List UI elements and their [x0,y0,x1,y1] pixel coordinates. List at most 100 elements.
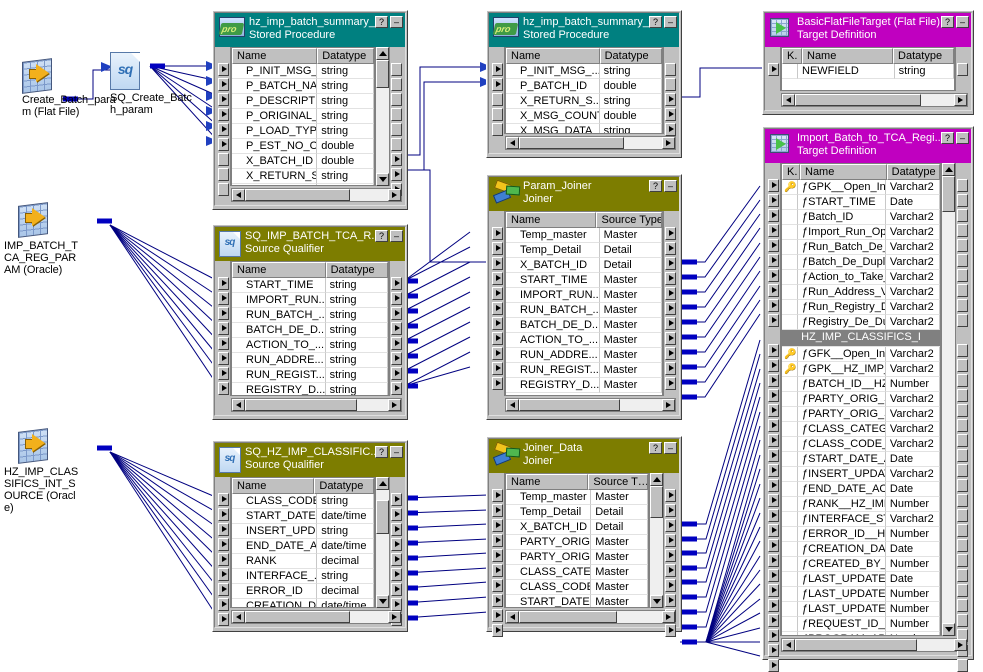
port-name-cell[interactable]: ƒCREATION_DAT... [798,542,886,557]
table-row[interactable]: X_RETURN_S...string [232,169,374,184]
table-row[interactable]: P_LOAD_TYPE string [232,124,374,139]
table-row[interactable]: X_RETURN_S...string [506,94,662,109]
input-port-button[interactable] [492,624,503,637]
input-port-button[interactable] [492,257,503,270]
port-name-cell[interactable]: CLASS_CODE [232,494,318,509]
column-header-datatype[interactable]: Datatype [893,48,954,64]
table-row[interactable]: ƒREQUEST_ID__...Number [782,617,940,632]
titlebar[interactable]: pro hz_imp_batch_summary_... Stored Proc… [215,13,405,47]
port-name-cell[interactable]: ƒINTERFACE_STA... [798,512,886,527]
port-name-cell[interactable]: CREATION_D... [232,599,318,607]
output-port-button[interactable] [957,359,968,372]
minimize-button[interactable]: – [956,132,969,144]
output-port-button[interactable] [957,179,968,192]
input-port-button[interactable] [768,63,779,76]
output-port-button[interactable] [957,509,968,522]
input-port-button[interactable] [768,644,779,657]
input-port-button[interactable] [218,183,229,196]
window-stored-procedure-1[interactable]: pro hz_imp_batch_summary_... Stored Proc… [212,10,408,210]
output-port-button[interactable] [665,93,676,106]
input-port-button[interactable] [768,224,779,237]
port-datatype-cell[interactable]: string [599,64,662,79]
port-name-cell[interactable]: P_INIT_MSG_... [232,64,318,79]
table-row[interactable]: IMPORT_RUN... Master [506,288,662,303]
scroll-thumb[interactable] [942,176,955,212]
port-name-cell[interactable]: START_DATE... [232,509,318,524]
output-port-button[interactable] [957,449,968,462]
input-port-button[interactable] [768,179,779,192]
output-port-button[interactable] [957,434,968,447]
column-header-datatype[interactable]: Datatype [325,262,388,278]
port-datatype-cell[interactable]: Date [885,482,940,497]
port-name-cell[interactable]: ƒPARTY_ORIG_S... [798,407,886,422]
port-name-cell[interactable]: P_ORIGINAL_... [232,109,318,124]
scroll-left-button[interactable] [232,611,245,623]
output-port-button[interactable] [391,493,402,506]
port-name-cell[interactable]: END_DATE_A... [232,539,318,554]
input-port-button[interactable] [218,367,229,380]
port-name-cell[interactable]: Temp_Detail [506,243,600,258]
output-port-button[interactable] [957,569,968,582]
output-port-button[interactable] [665,594,676,607]
output-port-button[interactable] [665,257,676,270]
port-datatype-cell[interactable]: Varchar2 [885,180,940,195]
column-header-name[interactable]: Name [232,48,318,64]
horizontal-scrollbar[interactable] [505,610,676,624]
output-port-button[interactable] [957,389,968,402]
port-name-cell[interactable]: INTERFACE_... [232,569,318,584]
output-port-button[interactable] [391,307,402,320]
table-row[interactable]: IMPORT_RUN... string [232,293,388,308]
table-row[interactable]: RUN_ADDRE... string [232,353,388,368]
port-name-cell[interactable]: NEWFIELD [798,64,895,79]
input-port-button[interactable] [768,614,779,627]
port-datatype-cell[interactable]: Varchar2 [885,285,940,300]
minimize-button[interactable]: – [390,16,403,28]
input-port-button[interactable] [492,123,503,136]
table-row[interactable]: ƒRegistry_De_Dupl...Varchar2 [782,315,940,330]
output-port-button[interactable] [391,568,402,581]
table-row[interactable]: 🔑ƒGPK__HZ_IMP_C...Varchar2 [782,362,940,377]
horizontal-scrollbar[interactable] [231,398,402,412]
input-port-button[interactable] [768,209,779,222]
input-port-button[interactable] [492,564,503,577]
output-port-button[interactable] [665,519,676,532]
scroll-track[interactable] [617,611,662,623]
table-row[interactable]: ƒSTART_TIME Date [782,195,940,210]
output-port-button[interactable] [957,284,968,297]
scroll-right-button[interactable] [662,137,675,149]
column-header-name[interactable]: Name [232,262,326,278]
input-port-button[interactable] [768,284,779,297]
scroll-thumb[interactable] [519,611,618,623]
port-datatype-cell[interactable]: Number [885,377,940,392]
horizontal-scrollbar[interactable] [505,398,676,412]
output-port-button[interactable] [665,624,676,637]
output-port-button[interactable] [391,382,402,395]
port-datatype-cell[interactable]: string [317,94,374,109]
window-buttons[interactable]: ? – [375,16,403,28]
window-joiner-data[interactable]: Joiner_Data Joiner ? – Name Source T… Te… [486,436,682,637]
port-name-cell[interactable]: ƒAction_to_Take_... [798,270,886,285]
table-row[interactable]: ƒAction_to_Take_...Varchar2 [782,270,940,285]
vertical-scrollbar[interactable] [375,47,389,186]
scroll-left-button[interactable] [232,189,245,201]
port-datatype-cell[interactable]: decimal [317,554,374,569]
scroll-thumb[interactable] [795,94,921,106]
scroll-left-button[interactable] [506,399,519,411]
port-name-cell[interactable]: ƒERROR_ID__HZ... [798,527,886,542]
input-port-button[interactable] [492,78,503,91]
port-name-cell[interactable]: X_RETURN_S... [506,94,600,109]
table-row[interactable]: ƒEND_DATE_ACT...Date [782,482,940,497]
port-datatype-cell[interactable]: Varchar2 [885,467,940,482]
scroll-down-button[interactable] [650,595,663,608]
input-port-button[interactable] [768,659,779,672]
table-row[interactable]: BATCH_DE_D... string [232,323,388,338]
scroll-right-button[interactable] [662,611,675,623]
output-port-button[interactable] [391,538,402,551]
port-name-cell[interactable]: ƒLAST_UPDATED... [798,587,886,602]
scroll-track[interactable] [917,639,954,651]
column-header-datatype[interactable]: Datatype [599,48,662,64]
output-port-button[interactable] [957,209,968,222]
table-row[interactable]: ƒPROGRAM_APP...Number [782,632,940,635]
input-port-gutter[interactable] [217,47,231,196]
port-datatype-cell[interactable]: Varchar2 [885,255,940,270]
